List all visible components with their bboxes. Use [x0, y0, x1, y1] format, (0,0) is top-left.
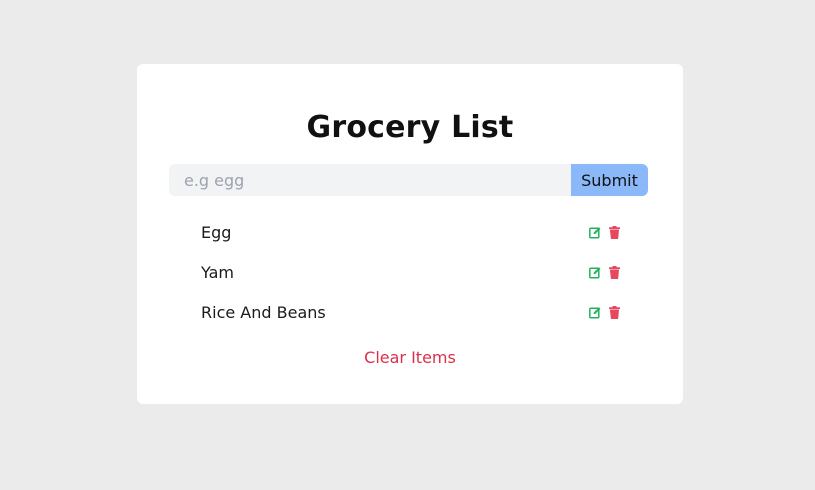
- list-item: Rice And Beans: [201, 292, 621, 332]
- grocery-input[interactable]: [169, 164, 571, 196]
- list-item: Egg: [201, 212, 621, 252]
- grocery-card: Grocery List Submit Egg: [137, 64, 683, 404]
- item-actions: [589, 252, 621, 292]
- trash-icon[interactable]: [609, 225, 621, 239]
- item-actions: [589, 292, 621, 332]
- clear-items-button[interactable]: Clear Items: [364, 348, 456, 367]
- trash-icon[interactable]: [609, 305, 621, 319]
- edit-icon[interactable]: [589, 266, 601, 279]
- grocery-form: Submit: [169, 164, 648, 196]
- item-name: Egg: [201, 222, 232, 242]
- list-item: Yam: [201, 252, 621, 292]
- edit-icon[interactable]: [589, 226, 601, 239]
- submit-button[interactable]: Submit: [571, 164, 648, 196]
- trash-icon[interactable]: [609, 265, 621, 279]
- clear-container: Clear Items: [137, 348, 683, 367]
- page-title: Grocery List: [306, 110, 514, 145]
- edit-icon[interactable]: [589, 306, 601, 319]
- item-name: Rice And Beans: [201, 302, 326, 322]
- grocery-list: Egg Yam Rice And Beans: [201, 212, 621, 332]
- item-name: Yam: [201, 262, 234, 282]
- item-actions: [589, 212, 621, 252]
